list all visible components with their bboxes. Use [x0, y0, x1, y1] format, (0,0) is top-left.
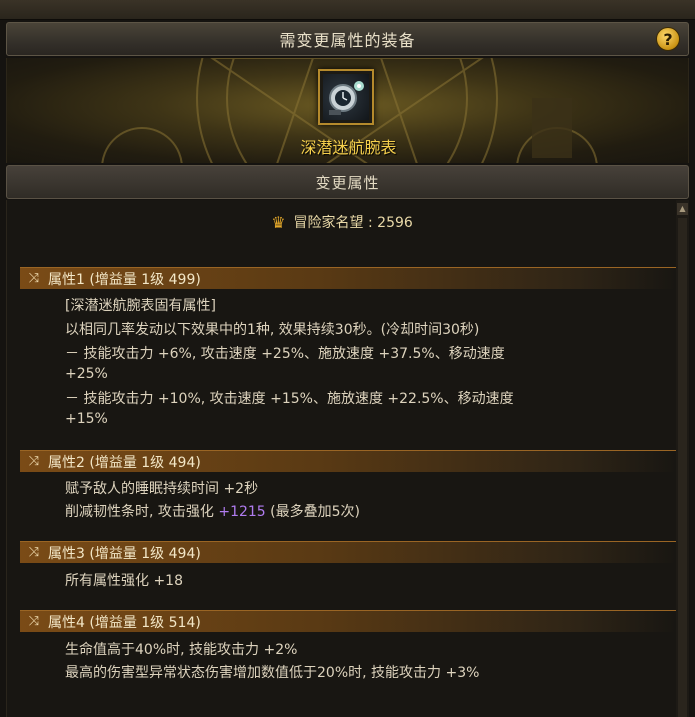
- attribute-4-line: 生命值高于40%时, 技能攻击力 +2%: [65, 642, 298, 658]
- window-titlebar: 需变更属性的装备 ?: [6, 22, 689, 56]
- attribute-2-label: 属性2 (增益量 1级 494): [48, 454, 201, 471]
- renown-label: 冒险家名望 : 2596: [293, 215, 413, 231]
- attribute-2-line-prefix: 削减韧性条时, 攻击强化: [65, 504, 219, 520]
- renown-row: ♛ 冒险家名望 : 2596: [7, 212, 677, 232]
- attribute-4-label: 属性4 (增益量 1级 514): [48, 614, 201, 631]
- attribute-2-line: 赋予敌人的睡眠持续时间 +2秒: [65, 481, 259, 497]
- help-icon: ?: [663, 29, 673, 49]
- item-banner: 深潜迷航腕表: [6, 58, 689, 163]
- attribute-1-line: +15%: [65, 411, 108, 427]
- attribute-4-header[interactable]: ⤨ 属性4 (增益量 1级 514): [20, 610, 677, 632]
- section-header: 变更属性: [6, 165, 689, 199]
- attribute-4-line: 最高的伤害型异常状态伤害增加数值低于20%时, 技能攻击力 +3%: [65, 665, 480, 681]
- attribute-1-line: +25%: [65, 366, 108, 382]
- shuffle-icon: ⤨: [28, 614, 40, 629]
- scroll-thumb[interactable]: [678, 218, 687, 717]
- attribute-1-line: － 技能攻击力 +6%, 攻击速度 +25%、施放速度 +37.5%、移动速度: [65, 346, 505, 362]
- help-button[interactable]: ?: [656, 27, 680, 51]
- section-title: 变更属性: [315, 173, 380, 192]
- wristwatch-icon: [323, 74, 369, 120]
- attribute-3-line: 所有属性强化 +18: [65, 573, 183, 589]
- attribute-1-line: － 技能攻击力 +10%, 攻击速度 +15%、施放速度 +22.5%、移动速度: [65, 391, 514, 407]
- attribute-1-line: 以相同几率发动以下效果中的1种, 效果持续30秒。(冷却时间30秒): [65, 322, 480, 338]
- attribute-1-line: [深潜迷航腕表固有属性]: [65, 298, 216, 314]
- shuffle-icon: ⤨: [28, 545, 40, 560]
- scroll-up-icon[interactable]: ▲: [677, 203, 688, 215]
- attribute-2-line-suffix: (最多叠加5次): [265, 504, 360, 520]
- shuffle-icon: ⤨: [28, 271, 40, 286]
- renown-icon: ♛: [271, 212, 286, 232]
- attribute-1-label: 属性1 (增益量 1级 499): [48, 271, 201, 288]
- shuffle-icon: ⤨: [28, 454, 40, 469]
- attribute-2-line: 削减韧性条时, 攻击强化 +1215 (最多叠加5次): [65, 501, 360, 521]
- scrollbar[interactable]: ▲: [676, 200, 689, 717]
- attack-bonus-value: +1215: [218, 504, 266, 520]
- attribute-2-header[interactable]: ⤨ 属性2 (增益量 1级 494): [20, 450, 677, 472]
- attribute-3-header[interactable]: ⤨ 属性3 (增益量 1级 494): [20, 541, 677, 563]
- top-strip: [0, 0, 695, 20]
- item-slot[interactable]: [318, 69, 374, 125]
- attribute-1-header[interactable]: ⤨ 属性1 (增益量 1级 499): [20, 267, 677, 289]
- attribute-3-label: 属性3 (增益量 1级 494): [48, 545, 201, 562]
- attribute-list: ♛ 冒险家名望 : 2596 ⤨ 属性1 (增益量 1级 499) [深潜迷航腕…: [6, 200, 689, 717]
- item-name: 深潜迷航腕表: [300, 138, 397, 157]
- window-title: 需变更属性的装备: [279, 31, 416, 50]
